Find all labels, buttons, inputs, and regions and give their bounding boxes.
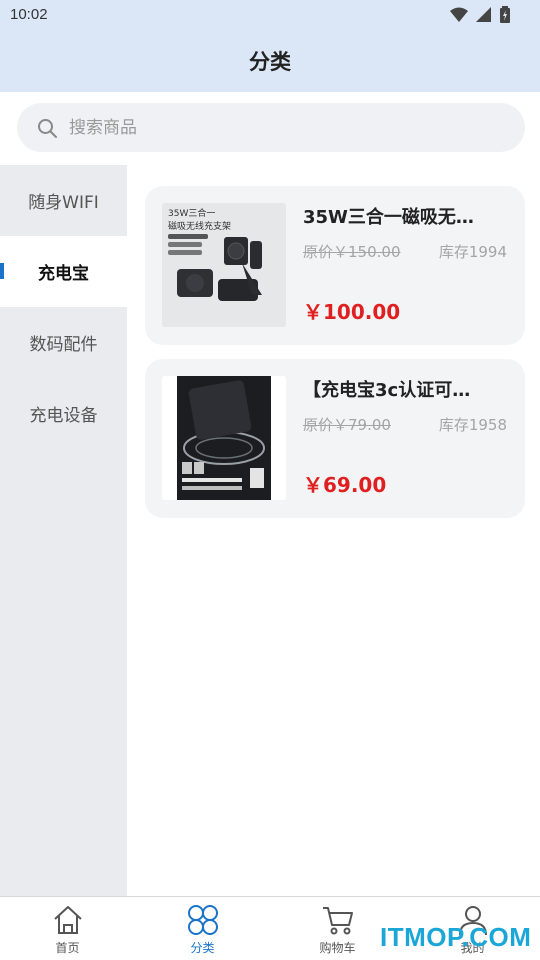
sidebar-item-label: 充电设备 (29, 406, 98, 426)
product-name: 35W三合一磁吸无… (303, 207, 474, 228)
sidebar-item-label: 充电宝 (38, 264, 89, 284)
sidebar-item-label: 随身WIFI (28, 193, 99, 213)
image-text-line1: 35W三合一 (168, 207, 215, 219)
tab-label: 分类 (190, 941, 215, 955)
product-price: ￥69.00 (303, 473, 387, 497)
home-icon (53, 906, 82, 934)
tab-label: 购物车 (319, 941, 356, 955)
image-text-line2: 磁吸无线充支架 (168, 220, 231, 232)
page-title: 分类 (249, 50, 291, 74)
page-header: 分类 (0, 30, 540, 92)
product-name: 【充电宝3c认证可… (303, 380, 471, 401)
product-original-price: 原价￥150.00 (303, 243, 401, 261)
tab-category[interactable]: 分类 (135, 897, 270, 960)
active-indicator (0, 263, 4, 279)
status-icons (450, 6, 510, 23)
search-bar[interactable] (17, 103, 525, 152)
cart-icon (322, 907, 353, 935)
search-input[interactable] (69, 117, 469, 138)
category-icon (187, 905, 218, 935)
status-time: 10:02 (10, 6, 48, 23)
product-stock: 库存1994 (438, 243, 507, 261)
signal-icon (476, 6, 491, 22)
sidebar-item-charging-devices[interactable]: 充电设备 (0, 378, 127, 449)
search-icon (38, 118, 57, 138)
sidebar-item-wifi[interactable]: 随身WIFI (0, 165, 127, 236)
product-price: ￥100.00 (303, 300, 401, 324)
product-stock: 库存1958 (438, 416, 507, 434)
product-image (162, 376, 286, 500)
sidebar-item-digital-accessories[interactable]: 数码配件 (0, 307, 127, 378)
wifi-icon (450, 7, 468, 22)
category-sidebar: 随身WIFI 充电宝 数码配件 充电设备 (0, 165, 127, 896)
watermark: ITMOP.COM (380, 922, 532, 952)
product-card[interactable]: 35W三合一 磁吸无线充支架 35W三合一磁吸无… 原价￥150.00 库存19… (145, 186, 525, 345)
product-original-price: 原价￥79.00 (303, 416, 391, 434)
product-card[interactable]: 【充电宝3c认证可… 原价￥79.00 库存1958 ￥69.00 (145, 359, 525, 518)
battery-icon (500, 6, 510, 23)
status-bar: 10:02 (0, 0, 540, 30)
sidebar-item-label: 数码配件 (29, 335, 98, 355)
tab-home[interactable]: 首页 (0, 897, 135, 960)
sidebar-item-power-bank[interactable]: 充电宝 (0, 236, 127, 307)
product-image: 35W三合一 磁吸无线充支架 (162, 203, 286, 327)
tab-label: 首页 (55, 941, 80, 955)
